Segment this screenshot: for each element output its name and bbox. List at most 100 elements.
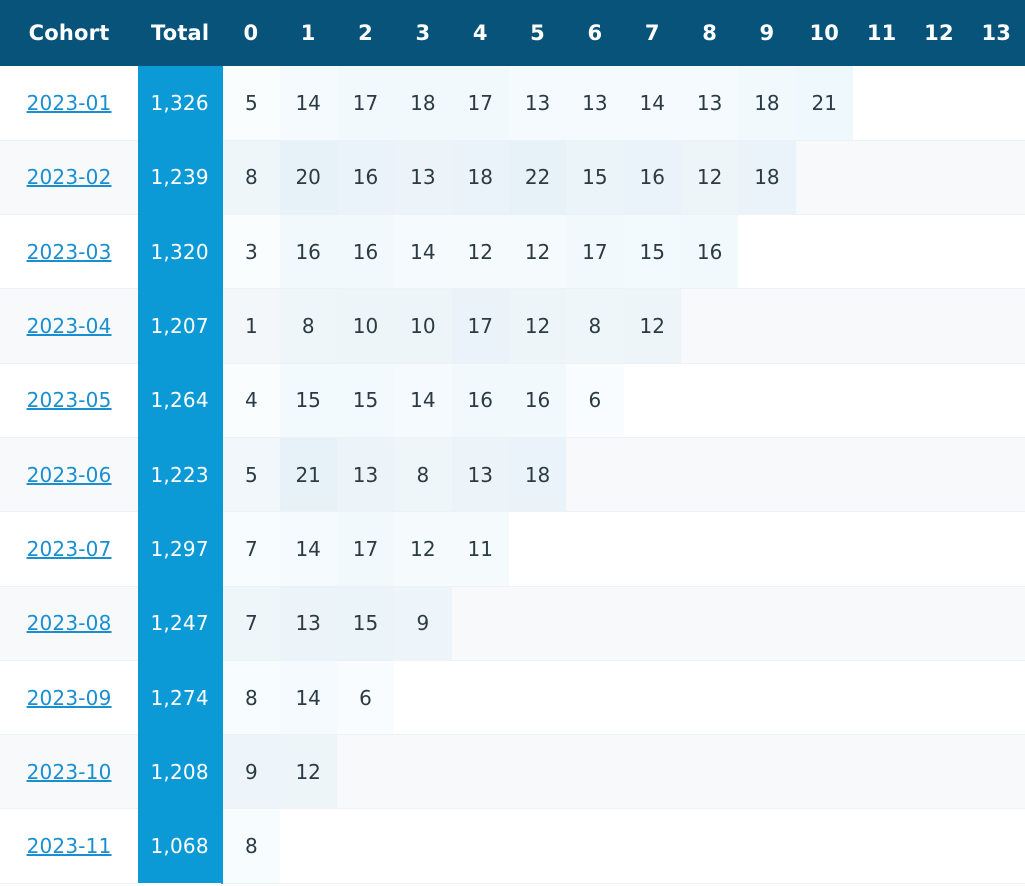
retention-cell-empty bbox=[336, 734, 395, 810]
retention-value: 12 bbox=[524, 239, 551, 264]
retention-cell-empty bbox=[680, 660, 739, 736]
retention-cell: 16 bbox=[336, 214, 395, 290]
retention-value: 10 bbox=[410, 314, 436, 339]
retention-cell-empty bbox=[852, 288, 911, 364]
retention-value: 12 bbox=[467, 239, 493, 264]
retention-cell-empty bbox=[451, 586, 509, 661]
retention-cell-empty bbox=[508, 660, 567, 736]
retention-cell: 21 bbox=[279, 437, 337, 513]
retention-cell: 4 bbox=[221, 363, 280, 438]
cohort-total-cell: 1,223 bbox=[138, 437, 223, 512]
retention-value: 21 bbox=[295, 462, 321, 487]
retention-value: 14 bbox=[295, 536, 321, 561]
retention-cell-empty bbox=[967, 511, 1025, 587]
retention-cell-empty bbox=[394, 808, 452, 884]
retention-value: 18 bbox=[410, 90, 436, 115]
column-header-period-3[interactable]: 3 bbox=[394, 0, 452, 66]
retention-cell: 13 bbox=[394, 140, 452, 216]
retention-value: 3 bbox=[244, 239, 258, 264]
cohort-link[interactable]: 2023-11 bbox=[27, 834, 112, 858]
retention-cell: 18 bbox=[394, 66, 452, 141]
retention-cell: 18 bbox=[451, 140, 509, 216]
retention-cell-empty bbox=[967, 66, 1025, 141]
retention-cell-empty bbox=[508, 586, 567, 661]
retention-cell-empty bbox=[967, 214, 1025, 290]
column-header-period-8[interactable]: 8 bbox=[680, 0, 739, 66]
cohort-total-cell: 1,207 bbox=[138, 288, 223, 364]
retention-cell-empty bbox=[795, 586, 853, 661]
column-header-period-6[interactable]: 6 bbox=[566, 0, 624, 66]
retention-cell-empty bbox=[394, 660, 452, 736]
column-header-period-2[interactable]: 2 bbox=[336, 0, 395, 66]
retention-value: 13 bbox=[696, 90, 723, 115]
retention-value: 16 bbox=[352, 239, 379, 264]
retention-cell-empty bbox=[910, 140, 968, 216]
retention-value: 14 bbox=[295, 685, 321, 710]
retention-cell: 21 bbox=[795, 66, 853, 141]
retention-cell-empty bbox=[852, 734, 911, 810]
retention-cell: 13 bbox=[451, 437, 509, 513]
retention-cell: 17 bbox=[336, 66, 395, 141]
retention-cell-empty bbox=[967, 734, 1025, 810]
cohort-link[interactable]: 2023-06 bbox=[27, 463, 112, 487]
retention-value: 8 bbox=[301, 314, 315, 339]
retention-cell-empty bbox=[852, 66, 911, 141]
cohort-link[interactable]: 2023-01 bbox=[27, 91, 112, 115]
retention-value: 15 bbox=[295, 388, 321, 413]
cohort-link[interactable]: 2023-09 bbox=[27, 686, 112, 710]
cohort-link[interactable]: 2023-04 bbox=[27, 314, 112, 338]
retention-cell-empty bbox=[566, 511, 624, 587]
retention-value: 5 bbox=[244, 462, 258, 487]
column-header-period-9[interactable]: 9 bbox=[738, 0, 796, 66]
retention-cell-empty bbox=[852, 363, 911, 438]
retention-cell-empty bbox=[451, 808, 509, 884]
column-header-period-12[interactable]: 12 bbox=[910, 0, 968, 66]
retention-value: 8 bbox=[244, 834, 258, 859]
retention-cell: 7 bbox=[221, 586, 280, 661]
retention-value: 12 bbox=[696, 165, 723, 190]
column-header-total[interactable]: Total bbox=[138, 0, 223, 66]
retention-cell: 8 bbox=[566, 288, 624, 364]
retention-cell-empty bbox=[680, 511, 739, 587]
retention-cell-empty bbox=[566, 660, 624, 736]
retention-cell-empty bbox=[852, 808, 911, 884]
header-row: Cohort Total 0 1 2 3 4 5 6 7 8 9 10 11 12 13 bbox=[0, 0, 1025, 66]
retention-value: 17 bbox=[467, 90, 493, 115]
retention-cell: 17 bbox=[451, 288, 509, 364]
column-header-period-10[interactable]: 10 bbox=[795, 0, 853, 66]
retention-cell-empty bbox=[910, 66, 968, 141]
retention-cell: 8 bbox=[394, 437, 452, 513]
retention-cell-empty bbox=[394, 734, 452, 810]
retention-value: 21 bbox=[811, 90, 837, 115]
retention-cell-empty bbox=[967, 140, 1025, 216]
retention-value: 8 bbox=[416, 462, 430, 487]
column-header-period-4[interactable]: 4 bbox=[451, 0, 509, 66]
cohort-label-cell: 2023-08 bbox=[0, 586, 139, 661]
cohort-link[interactable]: 2023-03 bbox=[27, 240, 112, 264]
column-header-period-1[interactable]: 1 bbox=[279, 0, 337, 66]
retention-cell-empty bbox=[279, 808, 337, 884]
cohort-link[interactable]: 2023-05 bbox=[27, 388, 112, 412]
cohort-retention-table: Cohort Total 0 1 2 3 4 5 6 7 8 9 10 11 12 13 2023-01 1… bbox=[0, 0, 1025, 884]
cohort-link[interactable]: 2023-07 bbox=[27, 537, 112, 561]
column-header-period-13[interactable]: 13 bbox=[967, 0, 1025, 66]
retention-cell-empty bbox=[738, 511, 796, 587]
column-header-period-0[interactable]: 0 bbox=[222, 0, 280, 66]
retention-value: 8 bbox=[244, 165, 258, 190]
retention-value: 15 bbox=[352, 388, 379, 413]
column-header-period-11[interactable]: 11 bbox=[852, 0, 911, 66]
cohort-total-cell: 1,068 bbox=[138, 808, 223, 884]
retention-cell-empty bbox=[623, 586, 681, 661]
cohort-link[interactable]: 2023-10 bbox=[27, 760, 112, 784]
retention-value: 13 bbox=[352, 462, 379, 487]
column-header-period-5[interactable]: 5 bbox=[508, 0, 567, 66]
cohort-link[interactable]: 2023-08 bbox=[27, 611, 112, 635]
retention-cell-empty bbox=[795, 288, 853, 364]
cohort-link[interactable]: 2023-02 bbox=[27, 165, 112, 189]
table-row: 2023-11 1,068 8 bbox=[0, 808, 1025, 884]
column-header-cohort[interactable]: Cohort bbox=[0, 0, 139, 66]
retention-cell: 14 bbox=[279, 511, 337, 587]
retention-cell-empty bbox=[852, 660, 911, 736]
table-row: 2023-06 1,223 5 21 13 8 13 18 bbox=[0, 437, 1025, 513]
column-header-period-7[interactable]: 7 bbox=[623, 0, 681, 66]
